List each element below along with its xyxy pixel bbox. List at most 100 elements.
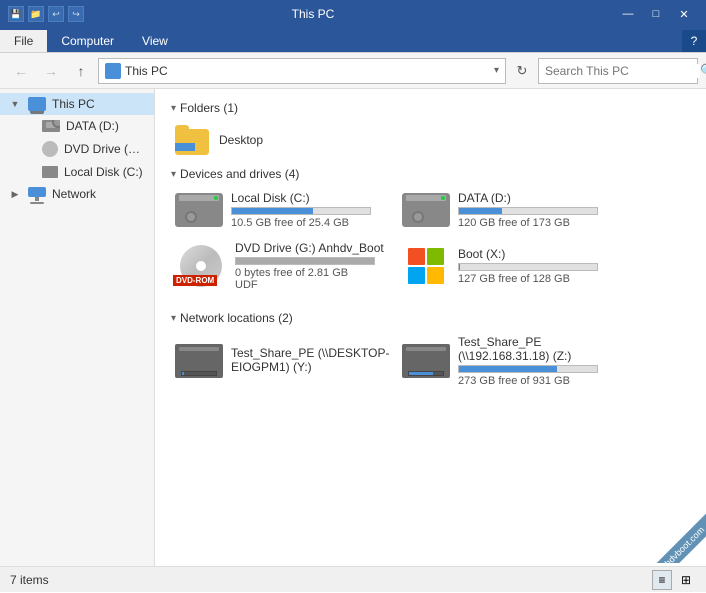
net-drive-z-fill <box>409 372 433 375</box>
net-drive-z-bar <box>408 371 444 376</box>
desktop-folder-item[interactable]: Desktop <box>175 125 690 155</box>
drive-boot-x-name: Boot (X:) <box>458 247 617 261</box>
this-pc-icon <box>28 97 46 111</box>
drive-data-d-info: DATA (D:) 120 GB free of 173 GB <box>458 191 617 229</box>
drive-boot-x-info: Boot (X:) 127 GB free of 128 GB <box>458 247 617 285</box>
sidebar-item-data-d[interactable]: DATA (D:) <box>0 115 154 137</box>
drive-dvd-g-bar <box>235 257 375 265</box>
drive-dvd-g-fs: UDF <box>235 279 390 291</box>
net-drive-y-visual <box>175 344 223 378</box>
grid-view-button[interactable]: ⊞ <box>676 570 696 590</box>
content-area: ▾ Folders (1) Desktop ▾ Devices and driv… <box>155 89 706 566</box>
sidebar-item-local-c[interactable]: Local Disk (C:) <box>0 161 154 183</box>
drive-dvd-g[interactable]: DVD-ROM DVD Drive (G:) Anhdv_Boot 0 byte… <box>175 241 390 291</box>
search-box[interactable]: 🔍 <box>538 58 698 84</box>
window-title: This PC <box>12 7 614 21</box>
tab-computer[interactable]: Computer <box>47 30 128 52</box>
expand-local-c-icon <box>22 165 36 179</box>
drive-boot-x-icon <box>402 248 450 284</box>
drive-net-z-info: Test_Share_PE (\\192.168.31.18) (Z:) 273… <box>458 335 617 387</box>
drive-data-d-size: 120 GB free of 173 GB <box>458 217 617 229</box>
view-controls: ≡ ⊞ <box>652 570 696 590</box>
network-section-title: Network locations (2) <box>180 311 293 325</box>
network-icon <box>28 187 46 201</box>
drive-net-z-icon <box>402 343 450 379</box>
address-text: This PC <box>125 64 490 78</box>
up-button[interactable]: ↑ <box>68 59 94 83</box>
drive-data-d[interactable]: DATA (D:) 120 GB free of 173 GB <box>402 191 617 229</box>
expand-network-icon: ▶ <box>8 187 22 201</box>
drive-dvd-g-size: 0 bytes free of 2.81 GB <box>235 267 390 279</box>
close-button[interactable]: ✕ <box>670 0 698 28</box>
sidebar-label-dvd: DVD Drive (G:) Anhd <box>64 142 146 156</box>
sidebar: ▼ This PC DATA (D:) DVD Drive (G:) Anhd … <box>0 89 155 566</box>
network-section-header: ▾ Network locations (2) <box>171 307 690 329</box>
drive-data-d-fill <box>459 208 502 214</box>
drive-dvd-g-icon: DVD-ROM <box>175 248 227 284</box>
drive-boot-x-size: 127 GB free of 128 GB <box>458 273 617 285</box>
toolbar: ← → ↑ This PC ▾ ↻ 🔍 <box>0 53 706 89</box>
refresh-button[interactable]: ↻ <box>510 59 534 83</box>
drives-grid: Local Disk (C:) 10.5 GB free of 25.4 GB … <box>175 191 690 291</box>
list-view-button[interactable]: ≡ <box>652 570 672 590</box>
drives-section-header: ▾ Devices and drives (4) <box>171 163 690 185</box>
drive-dvd-g-name: DVD Drive (G:) Anhdv_Boot <box>235 241 390 255</box>
desktop-folder-label: Desktop <box>219 133 263 147</box>
drive-net-z-bar-bg <box>458 365 598 373</box>
local-c-icon <box>42 166 58 178</box>
drive-dvd-g-info: DVD Drive (G:) Anhdv_Boot 0 bytes free o… <box>235 241 390 291</box>
drive-net-y-name: Test_Share_PE (\\DESKTOP-EIOGPM1) (Y:) <box>231 346 390 374</box>
search-input[interactable] <box>545 64 700 78</box>
drive-dvd-g-fill <box>236 258 374 264</box>
drive-boot-x-fill <box>459 264 460 270</box>
expand-this-pc-icon: ▼ <box>8 97 22 111</box>
drive-net-z[interactable]: Test_Share_PE (\\192.168.31.18) (Z:) 273… <box>402 335 617 387</box>
status-bar: 7 items ≡ ⊞ <box>0 566 706 592</box>
address-dropdown-icon[interactable]: ▾ <box>494 65 499 76</box>
desktop-folder-icon <box>175 125 211 155</box>
drive-local-c-icon <box>175 192 223 228</box>
tab-view[interactable]: View <box>128 30 182 52</box>
drive-local-c[interactable]: Local Disk (C:) 10.5 GB free of 25.4 GB <box>175 191 390 229</box>
drive-net-z-fill <box>459 366 557 372</box>
drive-net-y[interactable]: Test_Share_PE (\\DESKTOP-EIOGPM1) (Y:) <box>175 335 390 387</box>
ribbon: File Computer View ? <box>0 28 706 53</box>
network-toggle-icon[interactable]: ▾ <box>171 313 176 324</box>
sidebar-item-this-pc[interactable]: ▼ This PC <box>0 93 154 115</box>
drive-net-y-icon <box>175 343 223 379</box>
drive-local-c-name: Local Disk (C:) <box>231 191 390 205</box>
search-icon: 🔍 <box>700 63 706 79</box>
folders-toggle-icon[interactable]: ▾ <box>171 103 176 114</box>
sidebar-item-network[interactable]: ▶ Network <box>0 183 154 205</box>
window-controls: — □ ✕ <box>614 0 698 28</box>
ribbon-tabs: File Computer View ? <box>0 28 706 52</box>
tab-file[interactable]: File <box>0 30 47 52</box>
help-button[interactable]: ? <box>682 30 706 52</box>
network-drives-grid: Test_Share_PE (\\DESKTOP-EIOGPM1) (Y:) T… <box>175 335 690 387</box>
drive-net-z-size: 273 GB free of 931 GB <box>458 375 617 387</box>
sidebar-item-dvd-g[interactable]: DVD Drive (G:) Anhd <box>0 137 154 161</box>
drive-local-c-info: Local Disk (C:) 10.5 GB free of 25.4 GB <box>231 191 390 229</box>
sidebar-label-network: Network <box>52 187 96 201</box>
back-button[interactable]: ← <box>8 59 34 83</box>
drive-data-d-name: DATA (D:) <box>458 191 617 205</box>
folders-section-header: ▾ Folders (1) <box>171 97 690 119</box>
sidebar-label-data-d: DATA (D:) <box>66 119 119 133</box>
main-area: ▼ This PC DATA (D:) DVD Drive (G:) Anhd … <box>0 89 706 566</box>
forward-button[interactable]: → <box>38 59 64 83</box>
address-bar[interactable]: This PC ▾ <box>98 58 506 84</box>
net-drive-z-visual <box>402 344 450 378</box>
maximize-button[interactable]: □ <box>642 0 670 28</box>
drive-local-c-bar <box>231 207 371 215</box>
title-bar: 💾 📁 ↩ ↪ This PC — □ ✕ <box>0 0 706 28</box>
drives-toggle-icon[interactable]: ▾ <box>171 169 176 180</box>
drive-boot-x[interactable]: Boot (X:) 127 GB free of 128 GB <box>402 241 617 291</box>
drive-data-d-icon <box>402 192 450 228</box>
dvd-icon <box>42 141 58 157</box>
windows-logo-icon <box>408 248 444 284</box>
drive-data-d-bar <box>458 207 598 215</box>
minimize-button[interactable]: — <box>614 0 642 28</box>
dvd-rom-label: DVD-ROM <box>173 275 217 286</box>
drive-local-c-fill <box>232 208 313 214</box>
address-pc-icon <box>105 63 121 79</box>
